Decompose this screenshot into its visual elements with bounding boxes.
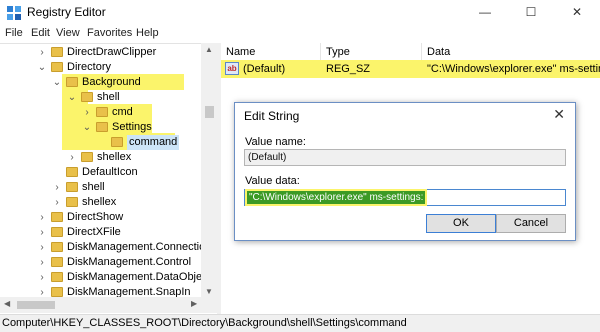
folder-icon xyxy=(66,167,78,177)
value-name-field: (Default) xyxy=(244,149,566,166)
tree-item-label: shellex xyxy=(82,196,117,208)
selected-value-text[interactable]: "C:\Windows\explorer.exe" ms-settings: xyxy=(244,189,428,206)
expand-chevron-icon[interactable]: › xyxy=(37,240,47,255)
scroll-thumb[interactable] xyxy=(17,301,55,309)
tree-item-label: Settings xyxy=(112,121,152,133)
expand-chevron-icon[interactable]: › xyxy=(37,225,47,240)
tree-item-label: command xyxy=(127,135,180,150)
tree-item-label: DirectDrawClipper xyxy=(67,46,157,58)
value-name: (Default) xyxy=(243,63,286,75)
tree-item-label: Background xyxy=(82,76,141,88)
registry-editor-icon xyxy=(7,6,21,20)
minimize-button[interactable]: — xyxy=(462,0,508,25)
collapse-chevron-icon[interactable]: ⌄ xyxy=(52,75,62,90)
folder-icon xyxy=(51,287,63,297)
value-data: "C:\Windows\explorer.exe" ms-settings: xyxy=(427,63,600,75)
expand-chevron-icon[interactable]: › xyxy=(82,105,92,120)
dialog-title: Edit String xyxy=(244,109,300,123)
collapse-chevron-icon[interactable]: ⌄ xyxy=(82,120,92,135)
edit-string-dialog: Edit String ✕ Value name: (Default) Valu… xyxy=(234,102,576,241)
column-header-type[interactable]: Type xyxy=(321,43,422,61)
expand-chevron-icon[interactable]: › xyxy=(37,45,47,60)
column-header-data[interactable]: Data xyxy=(422,43,600,61)
key-tree[interactable]: › DirectDrawClipper ⌄ Directory ⌄ Backgr… xyxy=(0,43,217,314)
expand-chevron-icon[interactable]: › xyxy=(52,180,62,195)
menu-bar: File Edit View Favorites Help xyxy=(0,25,600,43)
value-type: REG_SZ xyxy=(326,63,371,75)
tree-item-label: DirectShow xyxy=(67,211,124,223)
key-path: Computer\HKEY_CLASSES_ROOT\Directory\Bac… xyxy=(2,317,407,329)
expand-chevron-icon[interactable]: › xyxy=(37,210,47,225)
folder-icon xyxy=(51,47,63,57)
value-name-label: Value name: xyxy=(245,136,306,148)
folder-icon xyxy=(81,92,93,102)
title-bar: Registry Editor — ☐ ✕ xyxy=(0,0,600,25)
string-value-icon: ab xyxy=(225,62,239,75)
tree-item-label: DiskManagement.DataObject xyxy=(67,271,211,283)
tree-horizontal-scrollbar[interactable]: ◀ ▶ xyxy=(0,297,217,313)
folder-icon xyxy=(96,107,108,117)
ok-button[interactable]: OK xyxy=(426,214,496,233)
collapse-chevron-icon[interactable]: ⌄ xyxy=(37,60,47,75)
tree-item-label: DiskManagement.Connection xyxy=(67,241,212,253)
tree-item-label: shellex xyxy=(97,151,132,163)
scroll-up-arrow-icon[interactable]: ▲ xyxy=(201,45,217,54)
close-button[interactable]: ✕ xyxy=(554,0,600,25)
menu-view[interactable]: View xyxy=(56,27,80,39)
collapse-chevron-icon[interactable]: ⌄ xyxy=(67,90,77,105)
folder-icon xyxy=(51,62,63,72)
scroll-thumb[interactable] xyxy=(205,106,214,118)
tree-item-label: shell xyxy=(97,91,120,103)
folder-icon xyxy=(51,257,63,267)
folder-icon xyxy=(51,212,63,222)
folder-icon xyxy=(81,152,93,162)
folder-icon xyxy=(66,77,78,87)
menu-edit[interactable]: Edit xyxy=(31,27,50,39)
window-title: Registry Editor xyxy=(27,5,106,19)
tree-item-label: shell xyxy=(82,181,105,193)
expand-chevron-icon[interactable]: › xyxy=(67,150,77,165)
value-data-input[interactable]: "C:\Windows\explorer.exe" ms-settings: xyxy=(244,189,566,206)
tree-item-label: DefaultIcon xyxy=(82,166,138,178)
expand-chevron-icon[interactable]: › xyxy=(52,195,62,210)
menu-help[interactable]: Help xyxy=(136,27,159,39)
folder-icon xyxy=(66,197,78,207)
folder-icon xyxy=(96,122,108,132)
tree-item-label: cmd xyxy=(112,106,133,118)
cancel-button[interactable]: Cancel xyxy=(496,214,566,233)
scroll-right-arrow-icon[interactable]: ▶ xyxy=(191,299,197,308)
scroll-down-arrow-icon[interactable]: ▼ xyxy=(201,287,217,296)
column-header-name[interactable]: Name xyxy=(221,43,321,61)
menu-file[interactable]: File xyxy=(5,27,23,39)
folder-icon xyxy=(51,227,63,237)
folder-icon xyxy=(51,242,63,252)
tree-item-label: DiskManagement.Control xyxy=(67,256,192,268)
dialog-close-icon[interactable]: ✕ xyxy=(553,106,565,123)
folder-icon xyxy=(111,137,123,147)
tree-item-label: DirectXFile xyxy=(67,226,121,238)
menu-favorites[interactable]: Favorites xyxy=(87,27,132,39)
scroll-left-arrow-icon[interactable]: ◀ xyxy=(4,299,10,308)
maximize-button[interactable]: ☐ xyxy=(508,0,554,25)
value-data-label: Value data: xyxy=(245,175,300,187)
tree-item-label: Directory xyxy=(67,61,112,73)
expand-chevron-icon[interactable]: › xyxy=(37,270,47,285)
expand-chevron-icon[interactable]: › xyxy=(37,255,47,270)
folder-icon xyxy=(66,182,78,192)
tree-vertical-scrollbar[interactable]: ▲ ▼ xyxy=(201,43,217,297)
status-bar: Computer\HKEY_CLASSES_ROOT\Directory\Bac… xyxy=(0,314,600,332)
folder-icon xyxy=(51,272,63,282)
